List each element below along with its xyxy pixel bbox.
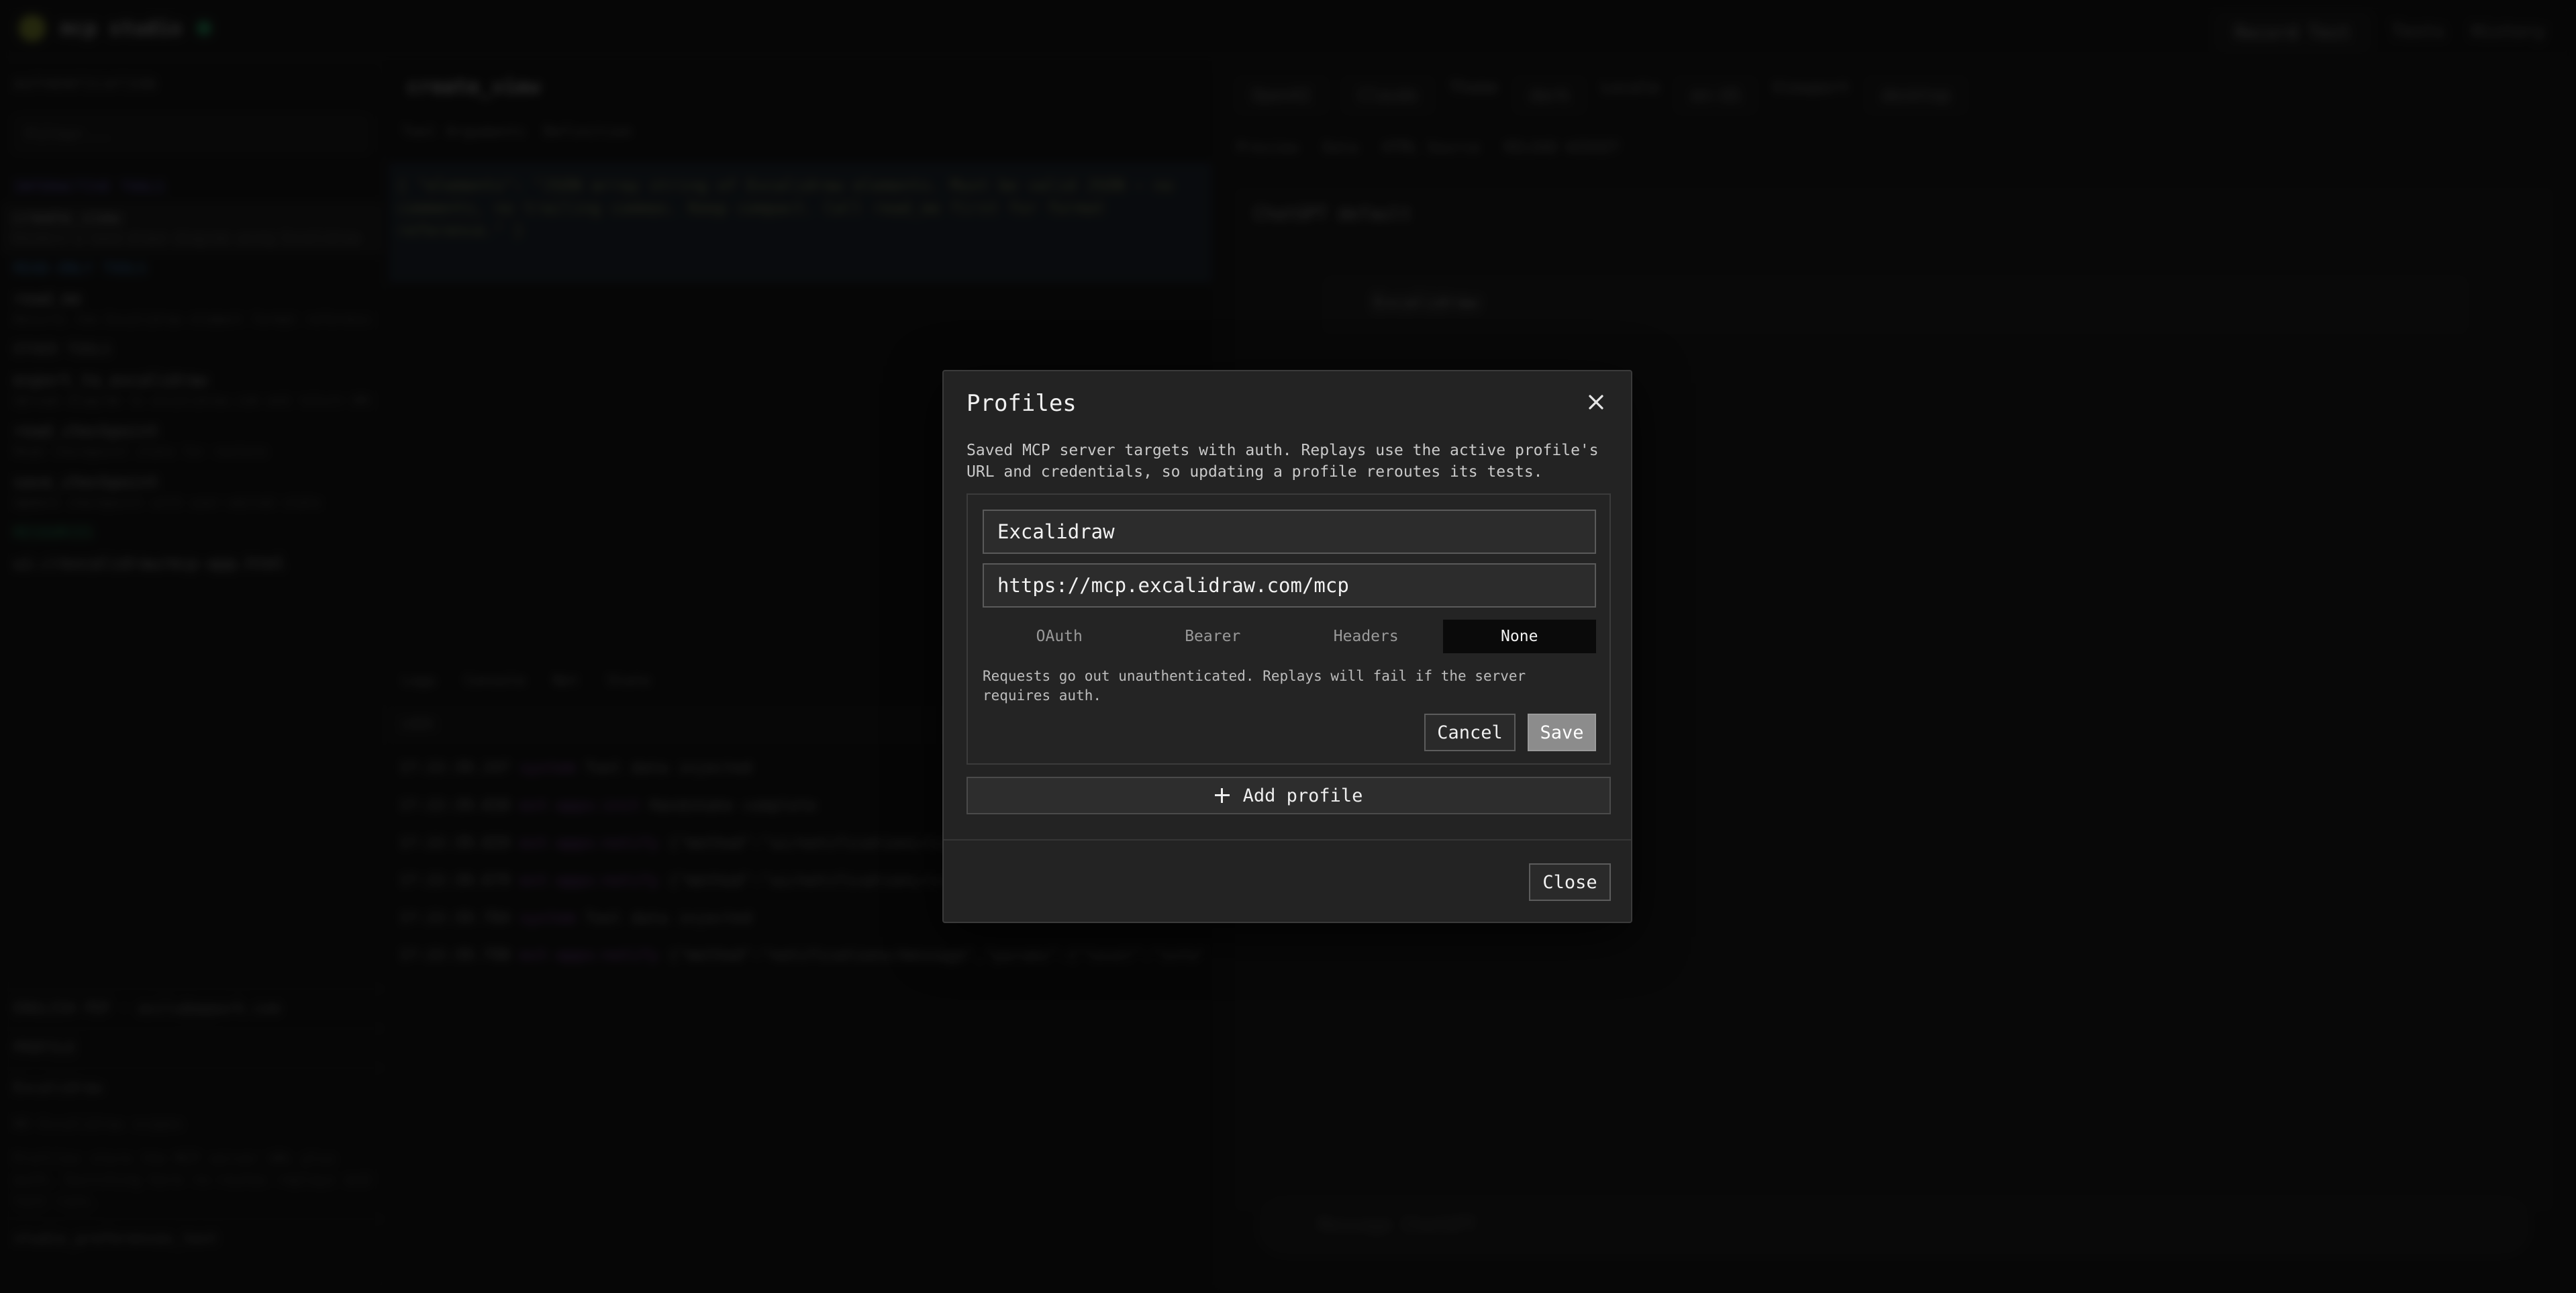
close-button[interactable]: Close <box>1529 863 1611 901</box>
add-profile-button[interactable]: Add profile <box>967 777 1611 814</box>
save-button[interactable]: Save <box>1528 714 1596 751</box>
profile-editor-card: OAuth Bearer Headers None Requests go ou… <box>967 493 1611 765</box>
auth-tab-bearer[interactable]: Bearer <box>1136 620 1290 653</box>
dialog-divider <box>944 839 1631 841</box>
profile-url-input[interactable] <box>983 563 1596 608</box>
auth-tab-oauth[interactable]: OAuth <box>983 620 1136 653</box>
dialog-title: Profiles <box>967 390 1077 417</box>
auth-tab-none[interactable]: None <box>1442 620 1596 653</box>
auth-type-tabs: OAuth Bearer Headers None <box>983 620 1596 653</box>
profile-name-input[interactable] <box>983 510 1596 554</box>
cancel-button[interactable]: Cancel <box>1424 714 1516 751</box>
close-x-icon <box>1589 395 1603 410</box>
dialog-description: Saved MCP server targets with auth. Repl… <box>967 442 1599 481</box>
profiles-dialog: Profiles Saved MCP server targets with a… <box>942 370 1632 923</box>
auth-tab-headers[interactable]: Headers <box>1289 620 1443 653</box>
close-icon[interactable] <box>1584 390 1608 414</box>
add-profile-label: Add profile <box>1242 785 1363 806</box>
plus-icon <box>1214 788 1230 803</box>
auth-note: Requests go out unauthenticated. Replays… <box>983 668 1526 704</box>
